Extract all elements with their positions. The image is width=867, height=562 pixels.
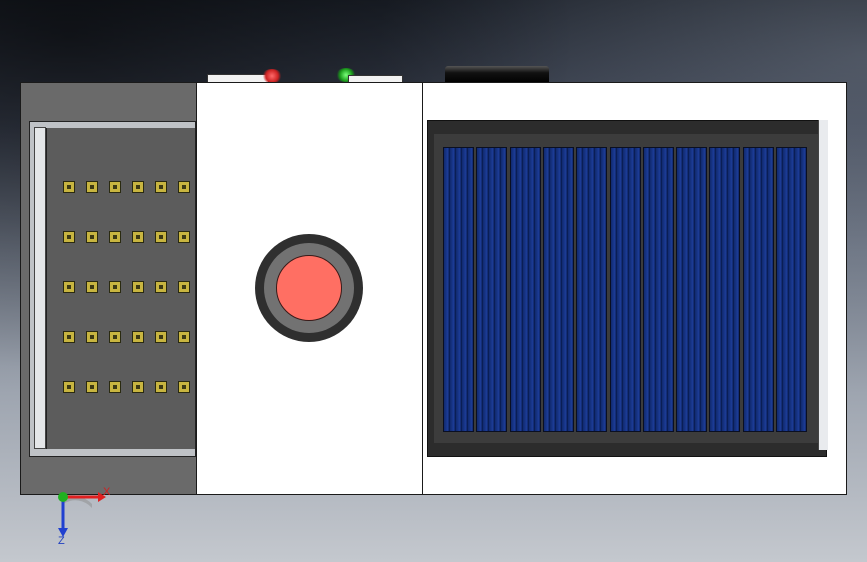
- axis-triad: X Z: [58, 486, 111, 544]
- x-axis-label: X: [103, 486, 111, 498]
- cylinder-cap: [445, 66, 549, 83]
- led: [132, 381, 144, 393]
- z-axis-label: Z: [58, 535, 65, 544]
- solar-cell: [576, 147, 608, 432]
- led: [109, 181, 121, 193]
- solar-cell: [676, 147, 708, 432]
- led: [109, 331, 121, 343]
- solar-cell: [609, 147, 641, 432]
- led: [86, 381, 98, 393]
- led: [178, 331, 190, 343]
- led: [155, 281, 167, 293]
- solar-cell: [776, 147, 807, 432]
- solar-cell: [476, 147, 508, 432]
- led: [109, 381, 121, 393]
- led: [132, 331, 144, 343]
- led: [63, 281, 75, 293]
- led: [132, 281, 144, 293]
- led: [178, 181, 190, 193]
- led: [155, 331, 167, 343]
- led: [132, 231, 144, 243]
- led: [155, 181, 167, 193]
- led-side-strip: [34, 127, 46, 449]
- led: [132, 181, 144, 193]
- led: [86, 181, 98, 193]
- led: [109, 281, 121, 293]
- led: [155, 381, 167, 393]
- push-button-cap[interactable]: [276, 255, 342, 321]
- led: [86, 331, 98, 343]
- solar-cell: [509, 147, 541, 432]
- led: [63, 231, 75, 243]
- led: [63, 331, 75, 343]
- solar-panel-edge: [818, 120, 828, 450]
- led: [63, 381, 75, 393]
- indicator-red: [262, 69, 282, 83]
- led: [178, 281, 190, 293]
- solar-cell: [542, 147, 574, 432]
- led: [109, 231, 121, 243]
- led: [86, 231, 98, 243]
- solar-cell: [642, 147, 674, 432]
- led: [63, 181, 75, 193]
- y-axis-dot-icon: [58, 492, 68, 502]
- solar-cell: [709, 147, 741, 432]
- solar-cell: [443, 147, 474, 432]
- led: [178, 381, 190, 393]
- led: [86, 281, 98, 293]
- led: [178, 231, 190, 243]
- solar-cell: [742, 147, 774, 432]
- led: [155, 231, 167, 243]
